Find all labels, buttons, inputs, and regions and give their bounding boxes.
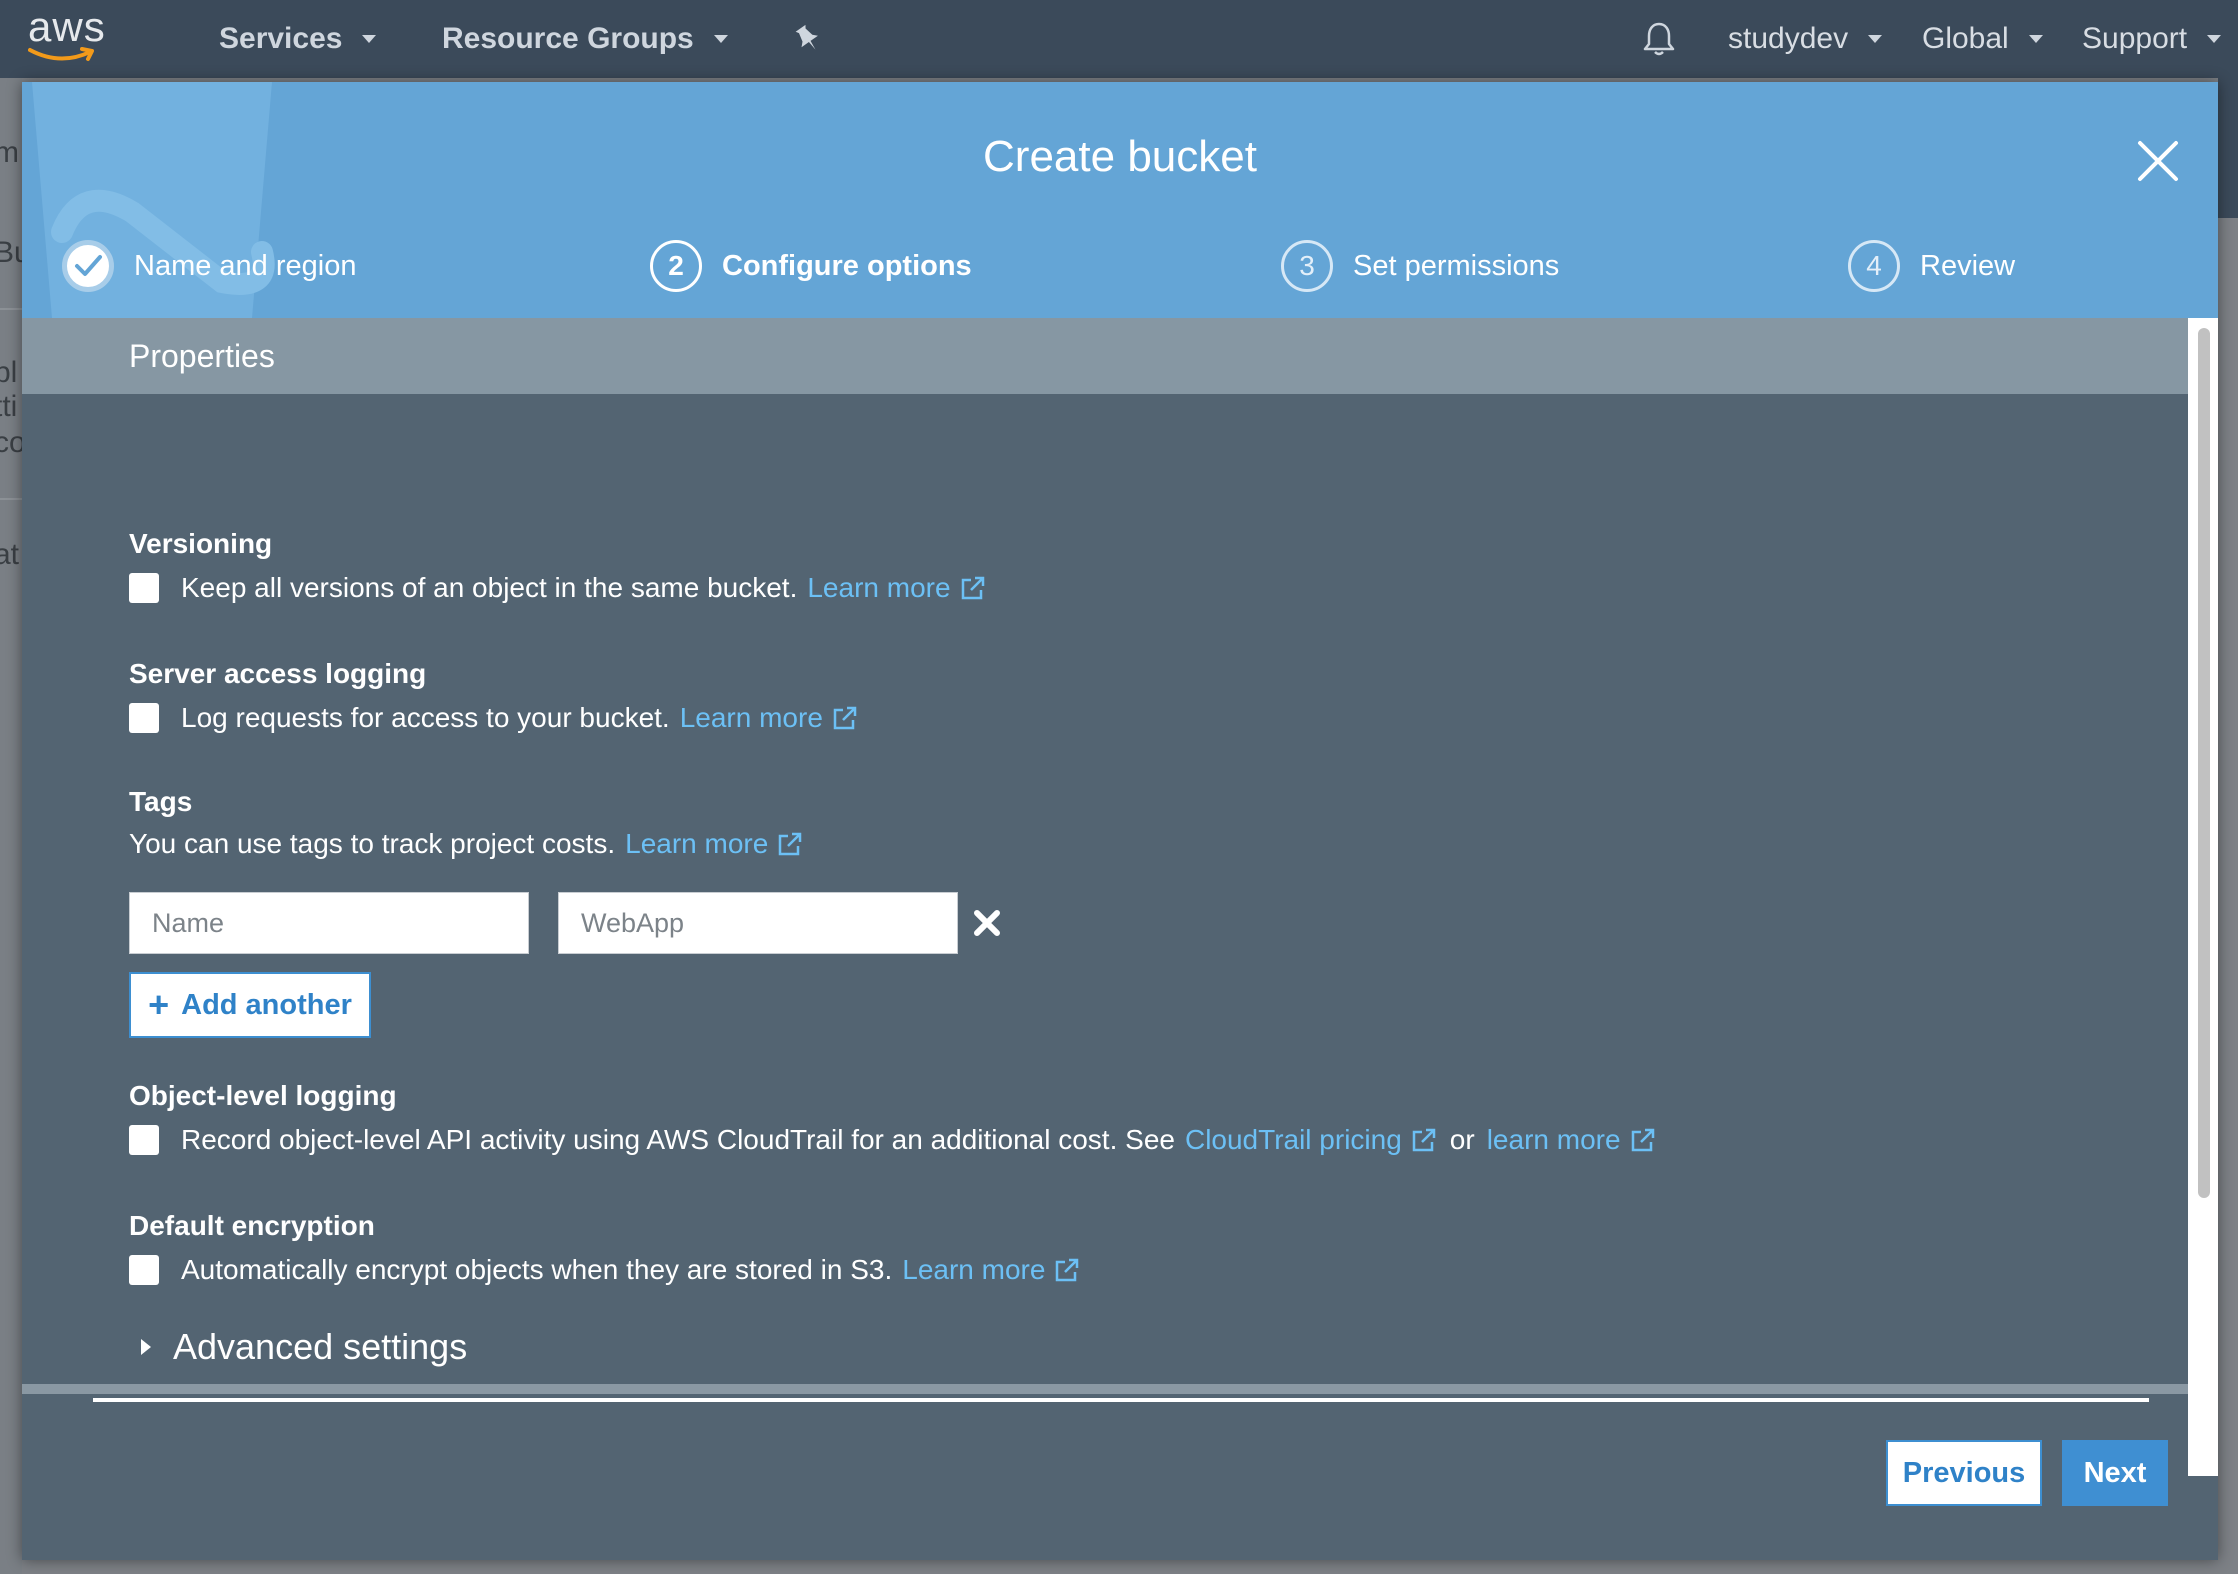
background-text-fragment: Bu [0,236,22,269]
check-icon [62,240,114,292]
caret-right-icon [141,1339,151,1355]
default-encryption-row: Automatically encrypt objects when they … [129,1254,1081,1286]
add-another-tag-button[interactable]: + Add another [129,972,371,1038]
object-level-logging-row: Record object-level API activity using A… [129,1124,1657,1156]
content-scrollbar[interactable] [2188,318,2218,1476]
region-label: Global [1922,22,2009,55]
resource-groups-menu[interactable]: Resource Groups [442,0,728,78]
chevron-down-icon [2028,35,2043,43]
chevron-down-icon [2207,35,2222,43]
dialog-title: Create bucket [983,132,1257,181]
advanced-settings-toggle[interactable]: Advanced settings [129,1326,467,1368]
content-bottom-edge [22,1384,2188,1394]
external-link-icon [833,706,857,730]
create-bucket-dialog: Create bucket Name and region 2 Configur… [22,82,2218,1560]
or-text: or [1449,1124,1475,1155]
step-label: Set permissions [1353,249,1560,282]
external-link-icon [1631,1128,1654,1152]
previous-button[interactable]: Previous [1886,1440,2042,1506]
default-encryption-learn-more-link[interactable]: Learn more [902,1254,1045,1286]
object-level-logging-title: Object-level logging [129,1080,397,1111]
dialog-header: Create bucket Name and region 2 Configur… [22,82,2218,318]
right-gutter-shade [2218,78,2238,218]
server-access-logging-learn-more-link[interactable]: Learn more [680,702,823,734]
versioning-checkbox[interactable] [129,573,159,603]
chevron-down-icon [362,35,377,43]
versioning-text: Keep all versions of an object in the sa… [181,572,798,603]
object-level-logging-text: Record object-level API activity using A… [181,1124,1175,1155]
background-text-fragment: bl [0,356,18,389]
step-number: 3 [1281,240,1333,292]
versioning-learn-more-link[interactable]: Learn more [807,572,950,604]
tags-description-row: You can use tags to track project costs.… [129,828,804,860]
external-link-icon [1056,1258,1079,1282]
step-configure-options[interactable]: 2 Configure options [650,238,972,294]
region-menu[interactable]: Global [1922,0,2043,78]
server-access-logging-row: Log requests for access to your bucket. … [129,702,859,734]
versioning-title: Versioning [129,528,273,559]
default-encryption-checkbox[interactable] [129,1255,159,1285]
external-link-icon [779,832,802,856]
background-text-fragment: at [0,538,20,571]
server-access-logging-checkbox[interactable] [129,703,159,733]
background-page: m Bu bl tti co at [0,78,22,1574]
versioning-row: Keep all versions of an object in the sa… [129,572,987,604]
services-menu[interactable]: Services [219,0,377,78]
pushpin-icon[interactable] [794,0,822,78]
scrollbar-thumb[interactable] [2198,328,2210,1198]
aws-smile-icon [28,47,94,61]
step-number: 4 [1848,240,1900,292]
chevron-down-icon [1868,35,1883,43]
step-label: Review [1920,249,2016,282]
resource-groups-label: Resource Groups [442,22,694,55]
cloudtrail-pricing-link[interactable]: CloudTrail pricing [1185,1124,1402,1156]
right-gutter [2218,78,2238,1574]
object-level-logging-learn-more-link[interactable]: learn more [1487,1124,1621,1156]
aws-logo-text: aws [28,3,106,50]
properties-header: Properties [22,318,2188,394]
background-divider [0,498,22,500]
server-access-logging-title: Server access logging [129,658,427,689]
tags-learn-more-link[interactable]: Learn more [625,828,768,860]
tags-text: You can use tags to track project costs. [129,828,616,859]
next-button[interactable]: Next [2062,1440,2168,1506]
step-label: Configure options [722,249,972,282]
footer-divider [93,1398,2149,1402]
chevron-down-icon [713,35,728,43]
top-navigation-bar: aws Services Resource Groups studydev Gl… [0,0,2238,78]
add-another-label: Add another [181,988,352,1021]
external-link-icon [1412,1128,1436,1152]
support-menu[interactable]: Support [2082,0,2222,78]
default-encryption-title: Default encryption [129,1210,375,1241]
properties-title: Properties [129,337,275,374]
step-set-permissions[interactable]: 3 Set permissions [1281,238,1559,294]
tag-value-input[interactable] [558,892,958,954]
step-number: 2 [650,240,702,292]
account-menu[interactable]: studydev [1728,0,1883,78]
default-encryption-text: Automatically encrypt objects when they … [181,1254,893,1285]
background-divider [0,308,22,310]
step-name-and-region[interactable]: Name and region [62,238,356,294]
plus-icon: + [148,984,170,1025]
background-text-fragment: tti [0,390,18,423]
close-icon[interactable] [2134,137,2182,185]
aws-logo[interactable]: aws [24,6,124,68]
server-access-logging-text: Log requests for access to your bucket. [181,702,670,733]
remove-tag-icon[interactable] [972,908,1002,938]
background-text-fragment: m [0,136,19,169]
account-label: studydev [1728,22,1849,55]
bell-icon[interactable] [1642,0,1676,78]
background-text-fragment: co [0,426,22,459]
services-label: Services [219,22,343,55]
step-label: Name and region [134,249,357,282]
tag-key-input[interactable] [129,892,529,954]
step-review[interactable]: 4 Review [1848,238,2015,294]
external-link-icon [961,576,984,600]
tags-title: Tags [129,786,193,817]
advanced-settings-label: Advanced settings [173,1326,468,1367]
object-level-logging-checkbox[interactable] [129,1125,159,1155]
support-label: Support [2082,22,2188,55]
